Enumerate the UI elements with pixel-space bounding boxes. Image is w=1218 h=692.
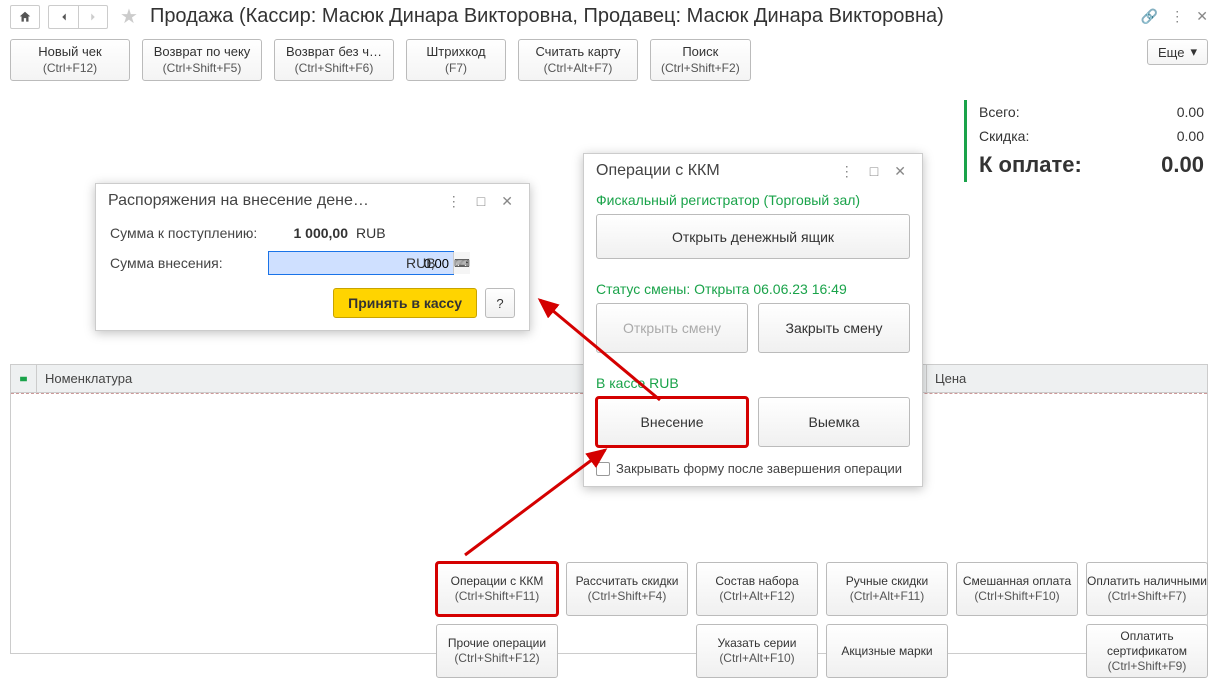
close-icon[interactable]: ✕ bbox=[1196, 8, 1208, 25]
calc-discount-button[interactable]: Рассчитать скидки (Ctrl+Shift+F4) bbox=[566, 562, 688, 616]
deposit-button[interactable]: Внесение bbox=[596, 397, 748, 447]
window-title: Продажа (Кассир: Масюк Динара Викторовна… bbox=[150, 5, 1133, 28]
nav-back-button[interactable] bbox=[48, 5, 78, 29]
close-after-checkbox[interactable] bbox=[596, 462, 610, 476]
pay-cert-button[interactable]: Оплатить сертификатом (Ctrl+Shift+F9) bbox=[1086, 624, 1208, 678]
link-icon[interactable]: 🔗 bbox=[1141, 8, 1158, 25]
kkm-popup: Операции с ККМ ⋮ □ ✕ Фискальный регистра… bbox=[583, 153, 923, 487]
close-shift-button[interactable]: Закрыть смену bbox=[758, 303, 910, 353]
kkm-maximize-icon[interactable]: □ bbox=[866, 163, 882, 179]
sum-expected-value: 1 000,00 bbox=[268, 225, 348, 241]
open-shift-button[interactable]: Открыть смену bbox=[596, 303, 748, 353]
deposit-popup-title: Распоряжения на внесение дене… bbox=[108, 192, 435, 210]
close-after-label: Закрывать форму после завершения операци… bbox=[616, 461, 902, 476]
kebab-icon[interactable]: ⋮ bbox=[1170, 8, 1184, 25]
open-drawer-button[interactable]: Открыть денежный ящик bbox=[596, 214, 910, 259]
deposit-close-icon[interactable]: ✕ bbox=[497, 193, 517, 210]
sum-deposit-label: Сумма внесения: bbox=[110, 255, 260, 271]
nav-forward-button[interactable] bbox=[78, 5, 108, 29]
return-nocheck-button[interactable]: Возврат без ч… (Ctrl+Shift+F6) bbox=[274, 39, 394, 81]
kkm-popup-title: Операции с ККМ bbox=[596, 162, 828, 180]
search-button[interactable]: Поиск (Ctrl+Shift+F2) bbox=[650, 39, 751, 81]
pay-value: 0.00 bbox=[1161, 152, 1204, 178]
discount-label: Скидка: bbox=[979, 128, 1029, 144]
calculator-icon[interactable]: ⌨ bbox=[453, 252, 470, 274]
kkm-kebab-icon[interactable]: ⋮ bbox=[836, 163, 858, 180]
kkm-close-icon[interactable]: ✕ bbox=[890, 163, 910, 180]
kkm-ops-button[interactable]: Операции с ККМ (Ctrl+Shift+F11) bbox=[436, 562, 558, 616]
new-check-hint: (Ctrl+F12) bbox=[43, 61, 97, 77]
cash-label: В кассе RUB bbox=[596, 375, 910, 391]
new-check-label: Новый чек bbox=[38, 44, 101, 61]
withdraw-button[interactable]: Выемка bbox=[758, 397, 910, 447]
excise-button[interactable]: Акцизные марки bbox=[826, 624, 948, 678]
col-price[interactable]: Цена bbox=[927, 365, 1207, 392]
chevron-down-icon: ▾ bbox=[1190, 44, 1197, 60]
pay-cash-button[interactable]: Оплатить наличными (Ctrl+Shift+F7) bbox=[1086, 562, 1208, 616]
sum-expected-label: Сумма к поступлению: bbox=[110, 225, 260, 241]
return-check-button[interactable]: Возврат по чеку (Ctrl+Shift+F5) bbox=[142, 39, 262, 81]
deposit-popup: Распоряжения на внесение дене… ⋮ □ ✕ Сум… bbox=[95, 183, 530, 331]
star-icon[interactable]: ★ bbox=[120, 4, 138, 29]
sum-expected-currency: RUB bbox=[356, 225, 386, 241]
total-value: 0.00 bbox=[1177, 104, 1204, 120]
more-button[interactable]: Еще ▾ bbox=[1147, 39, 1208, 65]
total-label: Всего: bbox=[979, 104, 1020, 120]
other-ops-button[interactable]: Прочие операции (Ctrl+Shift+F12) bbox=[436, 624, 558, 678]
barcode-button[interactable]: Штрихкод (F7) bbox=[406, 39, 506, 81]
manual-discount-button[interactable]: Ручные скидки (Ctrl+Alt+F11) bbox=[826, 562, 948, 616]
mixed-pay-button[interactable]: Смешанная оплата (Ctrl+Shift+F10) bbox=[956, 562, 1078, 616]
deposit-maximize-icon[interactable]: □ bbox=[473, 193, 489, 209]
sum-deposit-currency: RUB bbox=[406, 255, 436, 271]
shift-status: Статус смены: Открыта 06.06.23 16:49 bbox=[596, 281, 910, 297]
accept-button[interactable]: Принять в кассу bbox=[333, 288, 477, 318]
read-card-button[interactable]: Считать карту (Ctrl+Alt+F7) bbox=[518, 39, 638, 81]
row-icon-col bbox=[11, 365, 37, 392]
home-button[interactable] bbox=[10, 5, 40, 29]
new-check-button[interactable]: Новый чек (Ctrl+F12) bbox=[10, 39, 130, 81]
totals-panel: Всего: 0.00 Скидка: 0.00 К оплате: 0.00 bbox=[964, 100, 1204, 182]
series-button[interactable]: Указать серии (Ctrl+Alt+F10) bbox=[696, 624, 818, 678]
help-button[interactable]: ? bbox=[485, 288, 515, 318]
deposit-kebab-icon[interactable]: ⋮ bbox=[443, 193, 465, 210]
pay-label: К оплате: bbox=[979, 152, 1082, 178]
discount-value: 0.00 bbox=[1177, 128, 1204, 144]
set-content-button[interactable]: Состав набора (Ctrl+Alt+F12) bbox=[696, 562, 818, 616]
fiscal-label: Фискальный регистратор (Торговый зал) bbox=[596, 192, 910, 208]
